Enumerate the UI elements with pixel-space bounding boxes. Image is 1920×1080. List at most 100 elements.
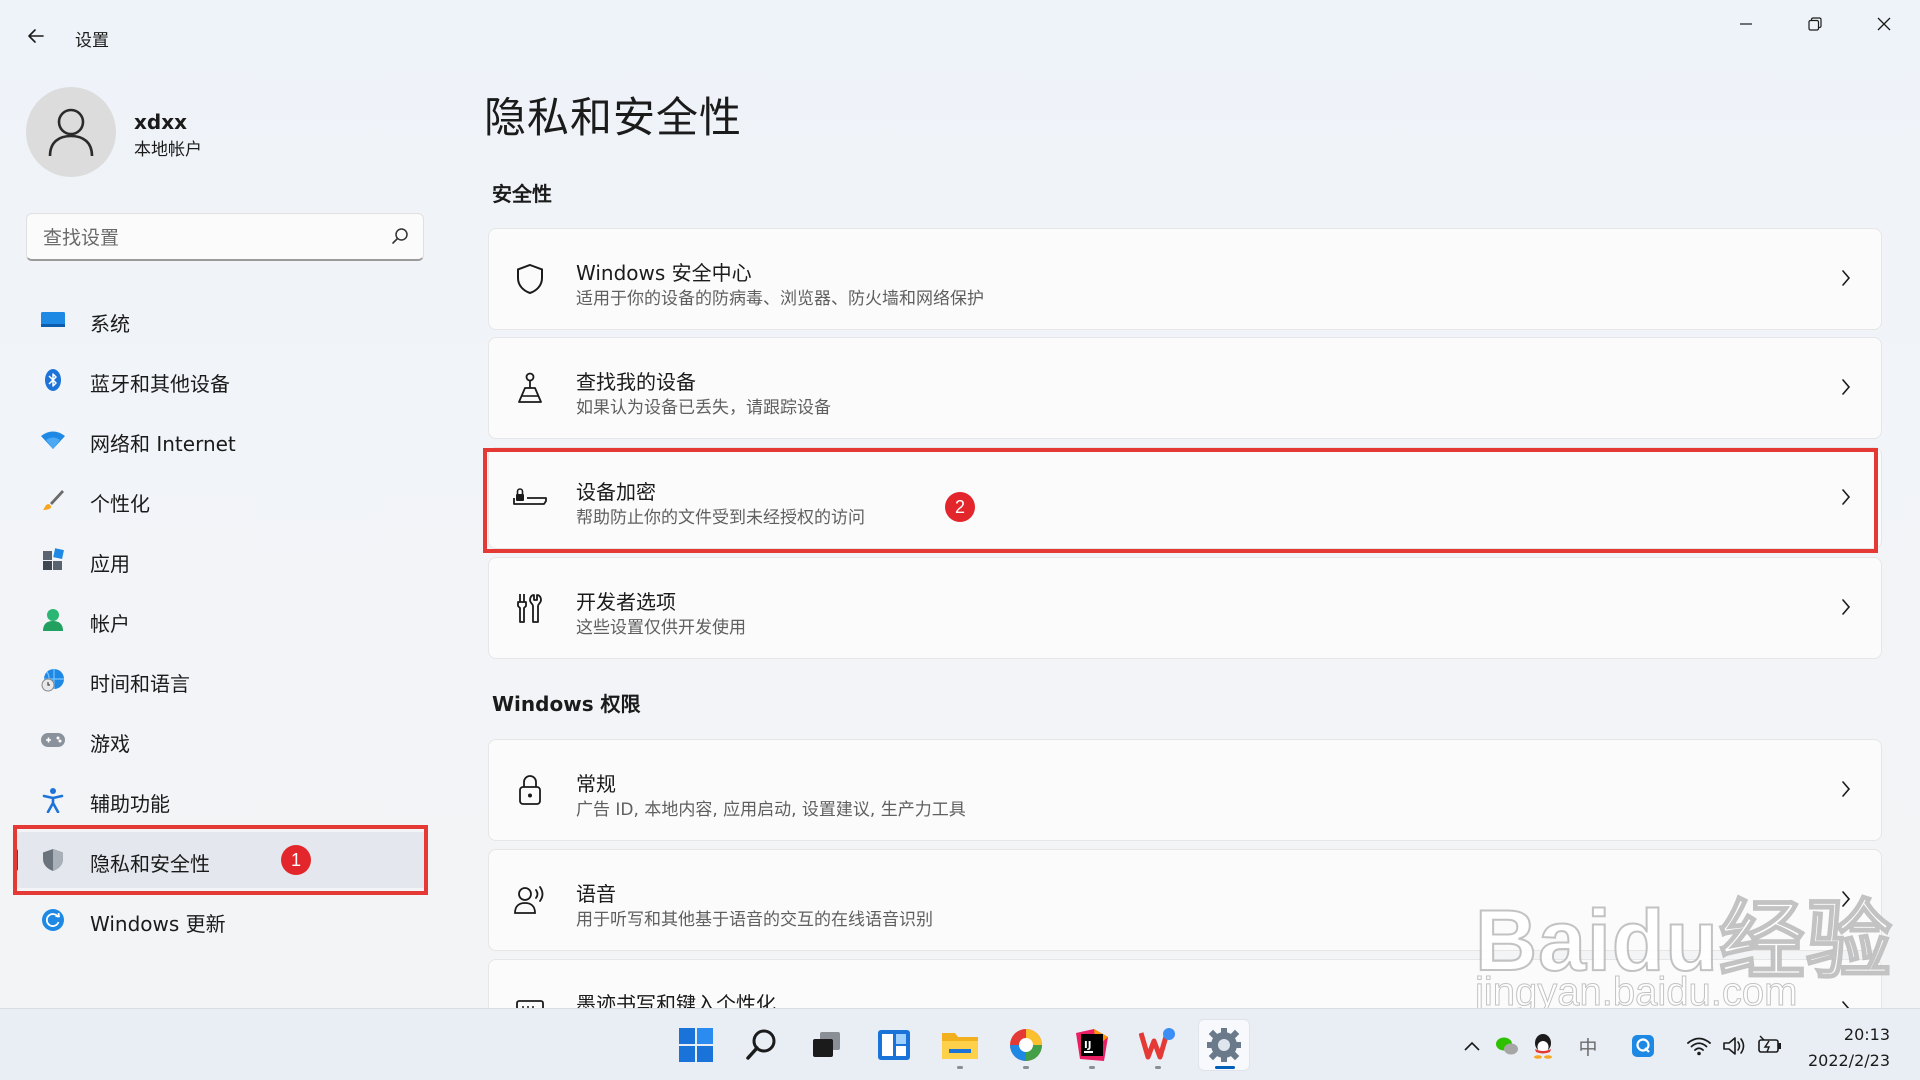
sidebar-nav: 系统 蓝牙和其他设备 网络和 Internet 个性化 应用 帐户 时间和语言 … (14, 292, 428, 952)
device-encryption-icon (513, 481, 547, 515)
running-indicator (957, 1066, 963, 1069)
sidebar-item-network[interactable]: 网络和 Internet (14, 412, 428, 468)
brush-icon (40, 488, 66, 512)
sidebar-item-system[interactable]: 系统 (14, 292, 428, 348)
qq-q-icon (1632, 1035, 1654, 1057)
battery-tray-button[interactable] (1758, 1033, 1784, 1059)
wps-button[interactable] (1132, 1019, 1184, 1071)
profile-name: xdxx (134, 110, 188, 134)
battery-icon (1758, 1035, 1781, 1053)
wifi-icon (40, 428, 66, 452)
taskbar-search-button[interactable] (736, 1019, 788, 1071)
network-tray-button[interactable] (1686, 1033, 1712, 1059)
card-title: 墨迹书写和键入个性化 (576, 992, 776, 1008)
sidebar-item-label: 蓝牙和其他设备 (90, 372, 230, 396)
settings-taskbar-button[interactable] (1198, 1019, 1250, 1071)
find-device-icon (513, 371, 547, 405)
globe-clock-icon (40, 668, 66, 692)
settings-gear-icon (1207, 1028, 1241, 1062)
card-device-encryption[interactable]: 设备加密 帮助防止你的文件受到未经授权的访问 (488, 447, 1882, 549)
card-description: 这些设置仅供开发使用 (576, 618, 746, 638)
card-speech[interactable]: 语音 用于听写和其他基于语音的交互的在线语音识别 (488, 849, 1882, 951)
svg-text:IJ: IJ (1084, 1040, 1091, 1051)
sidebar-item-bluetooth[interactable]: 蓝牙和其他设备 (14, 352, 428, 408)
chevron-right-icon (1842, 270, 1851, 286)
card-find-my-device[interactable]: 查找我的设备 如果认为设备已丢失，请跟踪设备 (488, 337, 1882, 439)
file-explorer-button[interactable] (934, 1019, 986, 1071)
page-title: 隐私和安全性 (484, 93, 743, 142)
sidebar-item-accessibility[interactable]: 辅助功能 (14, 772, 428, 828)
close-button[interactable] (1856, 6, 1912, 42)
back-button[interactable] (20, 20, 52, 52)
volume-icon (1723, 1037, 1745, 1055)
active-indicator (1215, 1066, 1235, 1069)
card-description: 广告 ID, 本地内容, 应用启动, 设置建议, 生产力工具 (576, 800, 966, 820)
running-indicator (1023, 1066, 1029, 1069)
card-title: 开发者选项 (576, 590, 676, 614)
card-description: 帮助防止你的文件受到未经授权的访问 (576, 508, 865, 528)
sidebar-item-time-language[interactable]: 时间和语言 (14, 652, 428, 708)
restore-icon (1808, 17, 1822, 31)
app-title: 设置 (75, 31, 109, 51)
sidebar-item-privacy-security[interactable]: 隐私和安全性 (14, 832, 428, 888)
card-windows-security[interactable]: Windows 安全中心 适用于你的设备的防病毒、浏览器、防火墙和网络保护 (488, 228, 1882, 330)
sidebar-item-label: Windows 更新 (90, 912, 226, 936)
search-box[interactable] (26, 213, 424, 261)
search-icon[interactable] (391, 227, 409, 245)
sidebar-item-label: 辅助功能 (90, 792, 170, 816)
task-view-button[interactable] (801, 1019, 853, 1071)
browser-button[interactable] (1000, 1019, 1052, 1071)
card-inking-typing[interactable]: 墨迹书写和键入个性化 (488, 959, 1882, 1008)
wifi-icon (1687, 1037, 1711, 1056)
apps-icon (40, 548, 66, 572)
card-general[interactable]: 常规 广告 ID, 本地内容, 应用启动, 设置建议, 生产力工具 (488, 739, 1882, 841)
qq-q-tray-button[interactable] (1630, 1033, 1656, 1059)
qq-tray-button[interactable] (1530, 1033, 1556, 1059)
qq-icon (1534, 1034, 1552, 1059)
taskbar: IJ 中 20:13 2022/2/23 (0, 1008, 1920, 1080)
sidebar-item-windows-update[interactable]: Windows 更新 (14, 892, 428, 948)
clock-time[interactable]: 20:13 (1844, 1025, 1890, 1044)
card-description: 适用于你的设备的防病毒、浏览器、防火墙和网络保护 (576, 289, 984, 309)
card-developer-options[interactable]: 开发者选项 这些设置仅供开发使用 (488, 557, 1882, 659)
wechat-icon (1496, 1037, 1518, 1055)
developer-tools-icon (513, 591, 547, 625)
sidebar-item-gaming[interactable]: 游戏 (14, 712, 428, 768)
browser-icon (1010, 1029, 1042, 1061)
intellij-button[interactable]: IJ (1066, 1019, 1118, 1071)
running-indicator (1155, 1066, 1161, 1069)
sidebar-item-label: 个性化 (90, 492, 150, 516)
volume-tray-button[interactable] (1722, 1033, 1748, 1059)
wps-icon (1139, 1028, 1175, 1060)
sidebar-item-label: 游戏 (90, 732, 130, 756)
windows-update-icon (40, 908, 66, 932)
card-description: 用于听写和其他基于语音的交互的在线语音识别 (576, 910, 933, 930)
sidebar-item-label: 应用 (90, 552, 130, 576)
ime-indicator[interactable]: 中 (1575, 1033, 1601, 1059)
intellij-icon: IJ (1076, 1029, 1108, 1061)
widgets-button[interactable] (868, 1019, 920, 1071)
start-button[interactable] (670, 1019, 722, 1071)
speech-icon (513, 883, 547, 917)
sidebar-item-accounts[interactable]: 帐户 (14, 592, 428, 648)
sidebar-item-label: 系统 (90, 312, 130, 336)
minimize-button[interactable] (1718, 6, 1774, 42)
task-view-icon (813, 1032, 840, 1057)
card-description: 如果认为设备已丢失，请跟踪设备 (576, 398, 831, 418)
chevron-right-icon (1842, 781, 1851, 797)
sidebar-item-label: 隐私和安全性 (90, 852, 210, 876)
chevron-right-icon (1842, 379, 1851, 395)
shield-outline-icon (513, 262, 547, 296)
tray-overflow-button[interactable] (1459, 1033, 1485, 1059)
restore-button[interactable] (1787, 6, 1843, 42)
card-title: 语音 (576, 882, 616, 906)
clock-date[interactable]: 2022/2/23 (1808, 1051, 1890, 1070)
sidebar-item-personalization[interactable]: 个性化 (14, 472, 428, 528)
selected-indicator (14, 849, 18, 871)
sidebar-item-apps[interactable]: 应用 (14, 532, 428, 588)
wechat-tray-button[interactable] (1494, 1033, 1520, 1059)
section-title-windows-permissions: Windows 权限 (492, 692, 641, 716)
section-title-security: 安全性 (492, 182, 552, 206)
search-input[interactable] (41, 222, 365, 254)
avatar[interactable] (26, 87, 116, 177)
